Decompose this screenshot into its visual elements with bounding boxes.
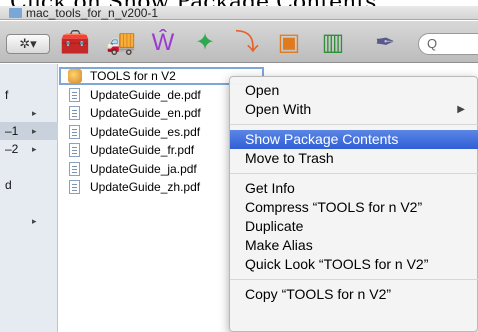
sidebar-item-label: f <box>5 88 9 102</box>
sidebar-item[interactable]: f <box>0 86 58 104</box>
search-icon: Q <box>427 36 438 51</box>
package-icon <box>68 69 82 83</box>
menu-item-quick-look-tools-for-n-v2[interactable]: Quick Look “TOOLS for n V2” <box>230 255 478 274</box>
file-list: TOOLS for n V2 UpdateGuide_de.pdf UpdateGu… <box>59 64 264 332</box>
disclosure-arrow-icon[interactable]: ▸ <box>32 212 37 230</box>
file-name: UpdateGuide_ja.pdf <box>90 161 197 176</box>
pdf-file-row[interactable]: UpdateGuide_zh.pdf <box>59 178 229 196</box>
pdf-document-icon <box>69 124 80 139</box>
presentation-app-icon[interactable]: ⤵ <box>232 28 262 58</box>
menu-separator <box>230 279 478 280</box>
menu-item-get-info[interactable]: Get Info <box>230 179 478 198</box>
utility-app-icon[interactable]: 🧰 <box>60 28 90 58</box>
menu-item-move-to-trash[interactable]: Move to Trash <box>230 149 478 168</box>
menu-item-label: Open <box>245 82 280 98</box>
menu-item-label: Open With <box>245 101 312 117</box>
sidebar: f ▸ –1 ▸ –2 ▸ d ▸ <box>0 64 58 332</box>
pdf-file-row[interactable]: UpdateGuide_de.pdf <box>59 86 229 104</box>
menu-item-copy-tools-for-n-v2[interactable]: Copy “TOOLS for n V2” <box>230 285 478 304</box>
office-app-icon[interactable]: Ŵ <box>148 28 178 58</box>
menu-item-label: Compress “TOOLS for n V2” <box>245 199 423 215</box>
window-titlebar: mac_tools_for_n_v200-1 <box>0 6 478 20</box>
network-app-icon[interactable]: ✦ <box>190 28 220 58</box>
sidebar-item[interactable]: d <box>0 176 58 194</box>
menu-item-show-package-contents[interactable]: Show Package Contents <box>230 130 478 149</box>
file-name: UpdateGuide_zh.pdf <box>90 180 201 194</box>
chart-app-icon[interactable]: ▥ <box>318 28 348 58</box>
menu-item-make-alias[interactable]: Make Alias <box>230 236 478 255</box>
pdf-file-row[interactable]: UpdateGuide_fr.pdf <box>59 141 229 159</box>
file-name: TOOLS for n V2 <box>90 69 176 83</box>
sidebar-item[interactable] <box>0 158 58 176</box>
file-name: UpdateGuide_de.pdf <box>90 87 201 102</box>
menu-item-open[interactable]: Open <box>230 81 478 100</box>
pdf-file-row[interactable]: UpdateGuide_en.pdf <box>59 104 229 122</box>
truck-app-icon[interactable]: 🚚 <box>106 28 136 58</box>
context-menu: Open Open With ▶ Show Package Contents Move … <box>229 76 478 332</box>
menu-item-duplicate[interactable]: Duplicate <box>230 217 478 236</box>
menu-separator <box>230 124 478 125</box>
file-name: UpdateGuide_en.pdf <box>90 106 201 120</box>
action-menu-button[interactable]: ✲▾ <box>6 34 50 54</box>
folder-icon <box>9 8 22 18</box>
menu-item-open-with[interactable]: Open With ▶ <box>230 100 478 119</box>
sidebar-item[interactable]: –1 ▸ <box>0 122 58 140</box>
pen-app-icon[interactable]: ✒ <box>370 28 400 58</box>
menu-item-label: Duplicate <box>245 218 304 234</box>
file-name: UpdateGuide_fr.pdf <box>90 143 195 157</box>
projector-app-icon[interactable]: ▣ <box>274 28 304 58</box>
pdf-document-icon <box>69 180 80 194</box>
disclosure-arrow-icon[interactable]: ▸ <box>32 104 37 122</box>
file-name: UpdateGuide_es.pdf <box>90 124 201 139</box>
pdf-document-icon <box>69 161 80 176</box>
menu-item-label: Make Alias <box>245 237 313 253</box>
menu-item-label: Get Info <box>245 180 295 196</box>
finder-toolbar: ✲▾ 🧰 🚚 Ŵ ✦ ⤵ ▣ ▥ ✒ Q <box>0 21 478 63</box>
disclosure-arrow-icon[interactable]: ▸ <box>32 122 37 140</box>
menu-item-compress-tools-for-n-v2[interactable]: Compress “TOOLS for n V2” <box>230 198 478 217</box>
sidebar-item-label: –1 <box>5 124 19 138</box>
pdf-document-icon <box>69 87 80 102</box>
sidebar-item[interactable]: ▸ <box>0 104 58 122</box>
pdf-file-row[interactable]: UpdateGuide_ja.pdf <box>59 160 229 178</box>
menu-separator <box>230 173 478 174</box>
sidebar-item-label: d <box>5 178 12 192</box>
menu-item-label: Copy “TOOLS for n V2” <box>245 286 392 302</box>
menu-item-label: Move to Trash <box>245 150 334 166</box>
menu-item-label: Quick Look “TOOLS for n V2” <box>245 256 429 272</box>
submenu-arrow-icon: ▶ <box>457 104 465 115</box>
window-title: mac_tools_for_n_v200-1 <box>26 6 159 20</box>
sidebar-item[interactable]: –2 ▸ <box>0 140 58 158</box>
pdf-document-icon <box>69 106 80 120</box>
menu-item-label: Show Package Contents <box>245 131 399 147</box>
pdf-file-row[interactable]: UpdateGuide_es.pdf <box>59 123 229 141</box>
search-field[interactable]: Q <box>418 33 478 55</box>
sidebar-item[interactable]: ▸ <box>0 212 58 230</box>
sidebar-item-label: –2 <box>5 142 19 156</box>
disclosure-arrow-icon[interactable]: ▸ <box>32 140 37 158</box>
pdf-document-icon <box>69 143 80 157</box>
sidebar-item[interactable] <box>0 194 58 212</box>
